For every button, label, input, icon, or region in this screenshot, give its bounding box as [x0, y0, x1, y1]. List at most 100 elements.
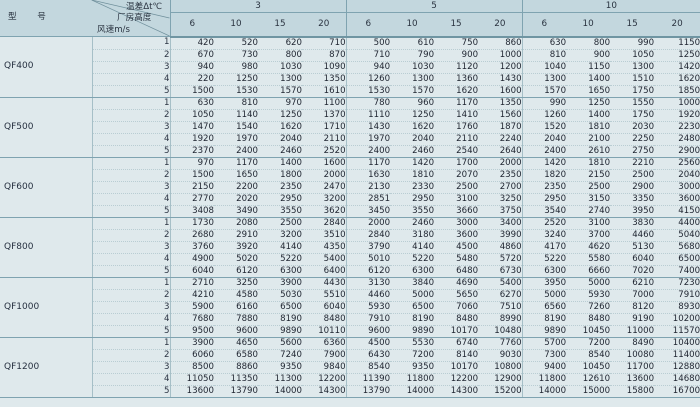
height-header-cell: 20 — [654, 12, 700, 38]
value-cell: 2460 — [258, 145, 302, 158]
value-cell: 2700 — [478, 181, 523, 194]
value-cell: 1810 — [566, 157, 611, 170]
value-cell: 2130 — [345, 181, 391, 194]
value-cell: 12880 — [654, 361, 700, 374]
wind-speed-cell: 5 — [92, 85, 171, 98]
value-cell: 2910 — [214, 229, 258, 242]
value-cell: 6040 — [610, 253, 655, 266]
value-cell: 2851 — [345, 193, 391, 206]
value-cell: 5000 — [390, 289, 435, 302]
value-cell: 3540 — [521, 205, 567, 218]
table-row: 3 940 980 1030 1090 940 1030 1120 1200 1040 1150 13… — [0, 61, 700, 74]
value-cell: 2460 — [390, 145, 435, 158]
model-header: 型 号 — [8, 12, 52, 22]
value-cell: 670 — [170, 49, 214, 62]
value-cell: 6270 — [478, 289, 523, 302]
value-cell: 3990 — [478, 229, 523, 242]
value-cell: 14000 — [390, 385, 435, 398]
value-cell: 1620 — [654, 73, 700, 86]
height-header-cell: 15 — [434, 12, 479, 38]
value-cell: 15800 — [610, 385, 655, 398]
value-cell: 7680 — [170, 313, 214, 326]
value-cell: 4140 — [258, 241, 302, 254]
value-cell: 8140 — [434, 349, 479, 362]
value-cell: 4430 — [302, 277, 347, 290]
wind-speed-cell: 3 — [92, 181, 171, 194]
value-cell: 6430 — [345, 349, 391, 362]
value-cell: 630 — [521, 36, 567, 50]
value-cell: 9500 — [170, 325, 214, 338]
value-cell: 10170 — [434, 361, 479, 374]
value-cell: 2460 — [390, 217, 435, 230]
table-row: 5 2370 2400 2460 2520 2400 2460 2540 2640 2400 261… — [0, 145, 700, 158]
value-cell: 2500 — [434, 181, 479, 194]
value-cell: 900 — [434, 49, 479, 62]
wind-speed-cell: 2 — [92, 289, 171, 302]
value-cell: 7000 — [610, 289, 655, 302]
value-cell: 2750 — [610, 145, 655, 158]
value-cell: 1650 — [566, 85, 611, 98]
value-cell: 5480 — [434, 253, 479, 266]
value-cell: 7200 — [390, 349, 435, 362]
table-row: 3 1470 1540 1620 1710 1430 1620 1760 1870 1520 181… — [0, 121, 700, 134]
height-header-cell: 6 — [345, 12, 391, 38]
value-cell: 2470 — [302, 181, 347, 194]
value-cell: 1350 — [302, 73, 347, 86]
value-cell: 3900 — [170, 337, 214, 350]
value-cell: 5530 — [390, 337, 435, 350]
value-cell: 1610 — [302, 85, 347, 98]
value-cell: 9840 — [302, 361, 347, 374]
wind-speed-cell: 3 — [92, 241, 171, 254]
value-cell: 3950 — [610, 205, 655, 218]
wind-speed-cell: 4 — [92, 133, 171, 146]
table-row: 2 6060 6580 7240 7900 6430 7200 8140 9030 7300 854… — [0, 349, 700, 362]
value-cell: 1750 — [610, 109, 655, 122]
value-cell: 2070 — [434, 169, 479, 182]
value-cell: 5930 — [345, 301, 391, 314]
value-cell: 1360 — [434, 73, 479, 86]
value-cell: 500 — [345, 36, 391, 50]
value-cell: 1430 — [478, 73, 523, 86]
value-cell: 2210 — [610, 157, 655, 170]
value-cell: 12200 — [434, 373, 479, 386]
value-cell: 3920 — [214, 241, 258, 254]
value-cell: 9600 — [345, 325, 391, 338]
table-body: QF400 1 420 520 620 710 500 610 750 860 630 800 990 1… — [0, 36, 700, 398]
table-row: 3 2150 2200 2350 2470 2130 2330 2500 2700 2350 250… — [0, 181, 700, 194]
value-cell: 8190 — [521, 313, 567, 326]
air-volume-table: 型 号 温差Δt℃ 厂房高度 风速m/s 3 5 10 6 10 15 20 6 10 15… — [0, 0, 700, 398]
height-header-cell: 10 — [390, 12, 435, 38]
value-cell: 2110 — [434, 133, 479, 146]
value-cell: 940 — [345, 61, 391, 74]
value-cell: 1170 — [434, 97, 479, 110]
value-cell: 7260 — [566, 301, 611, 314]
value-cell: 4170 — [521, 241, 567, 254]
height-header-cell: 6 — [170, 12, 214, 38]
value-cell: 3408 — [170, 205, 214, 218]
value-cell: 1730 — [170, 217, 214, 230]
value-cell: 860 — [478, 36, 523, 50]
value-cell: 2500 — [610, 169, 655, 182]
value-cell: 6040 — [170, 265, 214, 278]
value-cell: 14680 — [654, 373, 700, 386]
model-name-cell: QF500 — [0, 97, 93, 158]
value-cell: 7760 — [478, 337, 523, 350]
value-cell: 5130 — [610, 241, 655, 254]
value-cell: 3510 — [302, 229, 347, 242]
value-cell: 1250 — [566, 97, 611, 110]
value-cell: 11800 — [390, 373, 435, 386]
value-cell: 710 — [345, 49, 391, 62]
value-cell: 1800 — [258, 169, 302, 182]
value-cell: 9890 — [390, 325, 435, 338]
table-row: 4 11050 11350 11300 12200 11390 11800 12200 1290… — [0, 373, 700, 386]
value-cell: 2150 — [170, 181, 214, 194]
value-cell: 1810 — [390, 169, 435, 182]
table-row: 5 13600 13790 14000 14300 13790 14000 14300 1520… — [0, 385, 700, 398]
value-cell: 13790 — [214, 385, 258, 398]
value-cell: 1150 — [654, 36, 700, 50]
wind-speed-cell: 1 — [92, 97, 171, 110]
value-cell: 3130 — [345, 277, 391, 290]
value-cell: 3000 — [654, 181, 700, 194]
value-cell: 1650 — [214, 169, 258, 182]
value-cell: 11390 — [345, 373, 391, 386]
